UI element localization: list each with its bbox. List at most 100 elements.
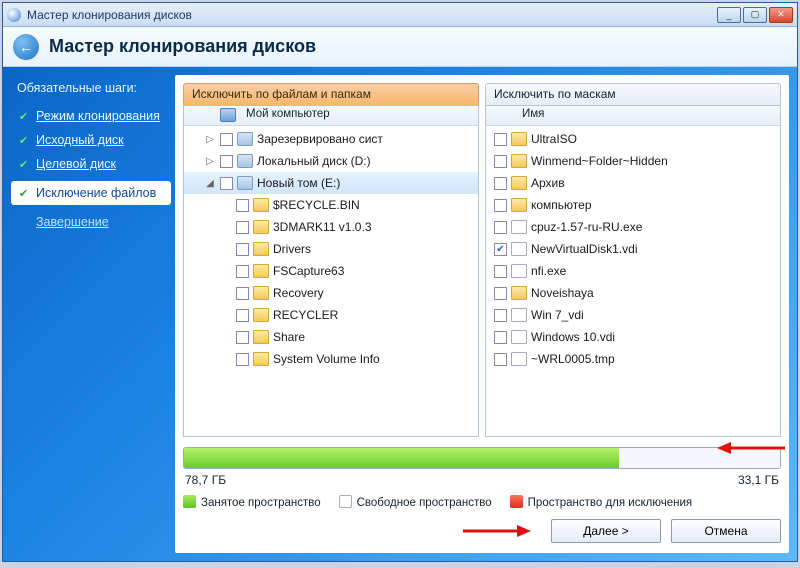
list-item[interactable]: ~WRL0005.tmp xyxy=(486,348,780,370)
list-item[interactable]: Noveishaya xyxy=(486,282,780,304)
list-item[interactable]: Архив xyxy=(486,172,780,194)
page-title: Мастер клонирования дисков xyxy=(49,36,316,57)
tree-item-label: Share xyxy=(273,330,305,344)
tree-item-label: Drivers xyxy=(273,242,311,256)
tree-row[interactable]: $RECYCLE.BIN xyxy=(184,194,478,216)
close-button[interactable]: ✕ xyxy=(769,7,793,23)
file-list-panel[interactable]: Имя UltraISOWinmend~Folder~HiddenАрхивко… xyxy=(485,105,781,437)
checkbox[interactable] xyxy=(494,309,507,322)
tree-row[interactable]: RECYCLER xyxy=(184,304,478,326)
list-item[interactable]: ✔NewVirtualDisk1.vdi xyxy=(486,238,780,260)
folder-icon xyxy=(253,352,269,366)
file-label: Winmend~Folder~Hidden xyxy=(531,154,668,168)
wizard-step-3[interactable]: ✔Исключение файлов xyxy=(11,181,171,205)
step-label: Целевой диск xyxy=(36,157,116,171)
checkbox[interactable] xyxy=(494,133,507,146)
file-label: cpuz-1.57-ru-RU.exe xyxy=(531,220,642,234)
tree-row[interactable]: ▷Зарезервировано сист xyxy=(184,128,478,150)
tree-item-label: Recovery xyxy=(273,286,324,300)
legend-free-swatch xyxy=(339,495,352,508)
tree-panel[interactable]: Мой компьютер ▷Зарезервировано сист▷Лока… xyxy=(183,105,479,437)
file-label: Noveishaya xyxy=(531,286,594,300)
checkbox[interactable] xyxy=(236,199,249,212)
step-label: Исключение файлов xyxy=(36,186,156,200)
tree-row[interactable]: 3DMARK11 v1.0.3 xyxy=(184,216,478,238)
legend-excluded-swatch xyxy=(510,495,523,508)
folder-icon xyxy=(253,198,269,212)
back-button[interactable]: ← xyxy=(13,34,39,60)
drive-icon xyxy=(237,154,253,168)
legend-used-swatch xyxy=(183,495,196,508)
checkbox[interactable] xyxy=(494,353,507,366)
wizard-step-2[interactable]: ✔ Целевой диск xyxy=(17,157,165,171)
tree-item-label: FSCapture63 xyxy=(273,264,344,278)
checkmark-icon: ✔ xyxy=(17,110,30,123)
wizard-step-0[interactable]: ✔ Режим клонирования xyxy=(17,109,165,123)
tree-row[interactable]: ▷ Локальный диск (D:) xyxy=(184,150,478,172)
app-window: Мастер клонирования дисков _ ▢ ✕ ← Масте… xyxy=(2,2,798,562)
checkbox[interactable] xyxy=(494,265,507,278)
expander-icon[interactable]: ▷ xyxy=(204,156,216,167)
tree-row[interactable]: Recovery xyxy=(184,282,478,304)
checkbox[interactable] xyxy=(236,265,249,278)
checkbox[interactable] xyxy=(236,287,249,300)
drive-icon xyxy=(237,132,253,146)
list-item[interactable]: UltraISO xyxy=(486,128,780,150)
list-item[interactable]: Winmend~Folder~Hidden xyxy=(486,150,780,172)
main-panel: Исключить по файлам и папкам Мой компьют… xyxy=(175,75,789,553)
tree-row[interactable]: Share xyxy=(184,326,478,348)
checkbox[interactable] xyxy=(494,331,507,344)
tree-row[interactable]: FSCapture63 xyxy=(184,260,478,282)
cancel-button[interactable]: Отмена xyxy=(671,519,781,543)
checkbox[interactable] xyxy=(220,177,233,190)
checkbox[interactable]: ✔ xyxy=(494,243,507,256)
tab-exclude-by-files[interactable]: Исключить по файлам и папкам xyxy=(183,83,479,105)
checkmark-icon: ✔ xyxy=(17,158,30,171)
window-title: Мастер клонирования дисков xyxy=(27,8,192,22)
folder-icon xyxy=(253,286,269,300)
list-item[interactable]: nfi.exe xyxy=(486,260,780,282)
file-icon xyxy=(511,220,527,234)
checkbox[interactable] xyxy=(236,353,249,366)
tree-column-header: Мой компьютер xyxy=(184,106,478,126)
tree-item-label: Локальный диск (D:) xyxy=(257,154,371,168)
checkbox[interactable] xyxy=(236,221,249,234)
file-label: ~WRL0005.tmp xyxy=(531,352,615,366)
checkbox[interactable] xyxy=(236,309,249,322)
checkbox[interactable] xyxy=(494,199,507,212)
list-item[interactable]: Win 7_vdi xyxy=(486,304,780,326)
checkbox[interactable] xyxy=(236,243,249,256)
folder-icon xyxy=(253,242,269,256)
file-label: nfi.exe xyxy=(531,264,566,278)
computer-icon xyxy=(220,108,236,122)
maximize-button[interactable]: ▢ xyxy=(743,7,767,23)
tree-item-label: System Volume Info xyxy=(273,352,380,366)
tree-row[interactable]: ◢ Новый том (E:) xyxy=(184,172,478,194)
list-item[interactable]: Windows 10.vdi xyxy=(486,326,780,348)
wizard-step-4[interactable]: Завершение xyxy=(17,215,165,229)
minimize-button[interactable]: _ xyxy=(717,7,741,23)
folder-icon xyxy=(253,220,269,234)
step-label: Завершение xyxy=(36,215,109,229)
expander-icon[interactable]: ◢ xyxy=(204,178,216,189)
titlebar[interactable]: Мастер клонирования дисков _ ▢ ✕ xyxy=(3,3,797,27)
checkbox[interactable] xyxy=(220,133,233,146)
tab-exclude-by-masks[interactable]: Исключить по маскам xyxy=(485,83,781,105)
checkbox[interactable] xyxy=(494,177,507,190)
checkbox[interactable] xyxy=(494,155,507,168)
next-button[interactable]: Далее > xyxy=(551,519,661,543)
checkbox[interactable] xyxy=(494,287,507,300)
wizard-step-1[interactable]: ✔Исходный диск xyxy=(17,133,165,147)
tree-row[interactable]: System Volume Info xyxy=(184,348,478,370)
tree-row[interactable]: Drivers xyxy=(184,238,478,260)
list-item[interactable]: компьютер xyxy=(486,194,780,216)
expander-icon[interactable]: ▷ xyxy=(204,134,216,145)
checkbox[interactable] xyxy=(494,221,507,234)
checkbox[interactable] xyxy=(236,331,249,344)
tree-item-label: Новый том (E:) xyxy=(257,176,340,190)
checkmark-icon xyxy=(17,216,30,229)
checkbox[interactable] xyxy=(220,155,233,168)
step-label: Режим клонирования xyxy=(36,109,160,123)
list-item[interactable]: cpuz-1.57-ru-RU.exe xyxy=(486,216,780,238)
tree-item-label: RECYCLER xyxy=(273,308,338,322)
